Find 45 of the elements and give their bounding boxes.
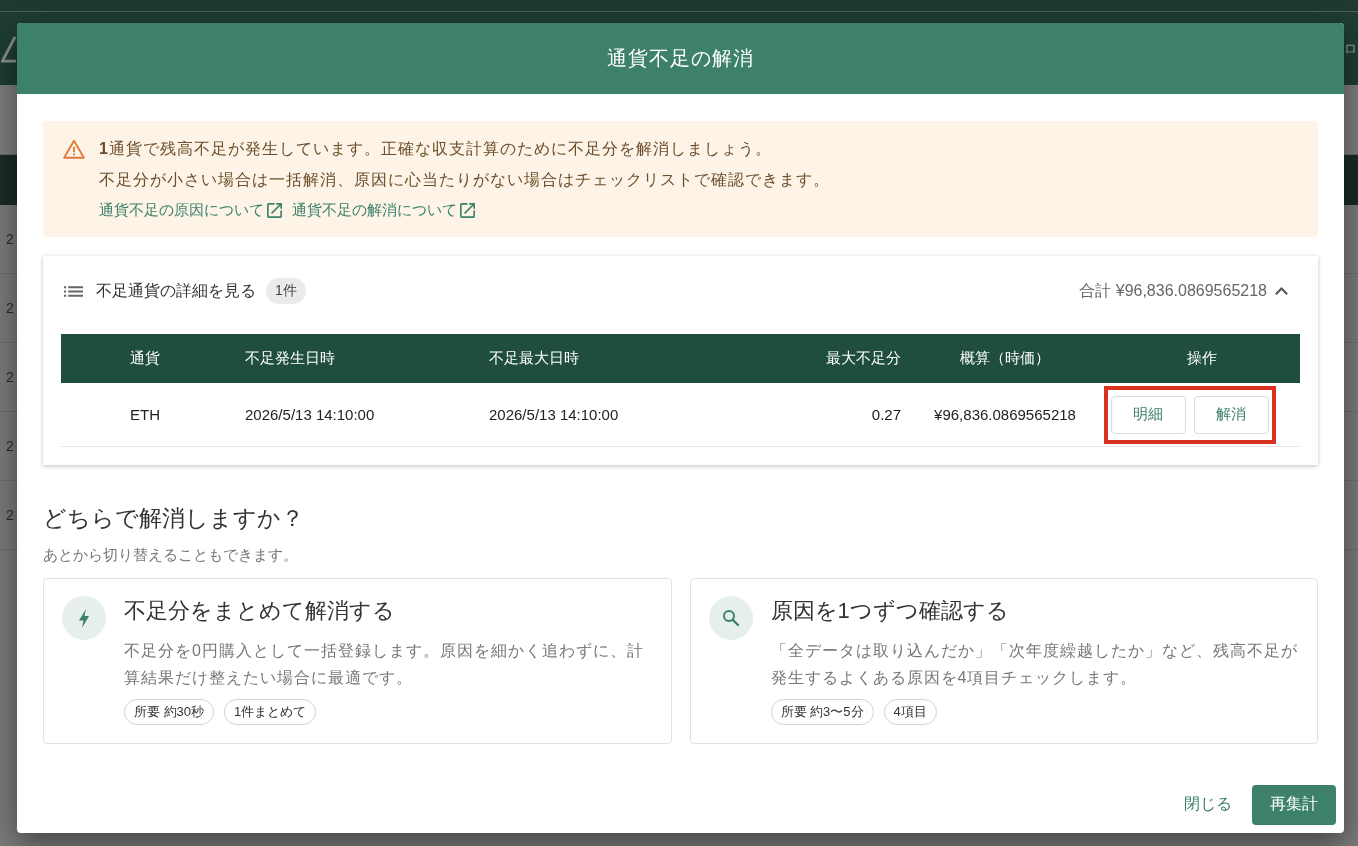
table-cell: 2	[6, 369, 14, 385]
alert-message: 不足分が小さい場合は一括解消、原因に心当たりがない場合はチェックリストで確認できます。	[99, 170, 830, 190]
table-cell: 2	[6, 231, 14, 247]
option-card[interactable]: 原因を1つずつ確認する 「全データは取り込んだか」「次年度繰越したか」など、残高不足が発生するよくある原因を4項目チェックします。 所要 約3〜5分 4項目	[689, 578, 1318, 744]
recalculate-button[interactable]: 再集計	[1252, 784, 1336, 825]
option-title: 不足分をまとめて解消する	[124, 597, 395, 625]
help-link[interactable]: 通貨不足の解消について	[292, 195, 475, 225]
table-cell: 2	[6, 300, 14, 316]
table-cell: 0.27	[871, 406, 901, 423]
option-card[interactable]: 不足分をまとめて解消する 不足分を0円購入として一括登録します。原因を細かく追わずに、計算結果だけ整えたい場合に最適です。 所要 約30秒 1件まとめて	[43, 578, 672, 744]
chevron-up-icon[interactable]	[1275, 287, 1288, 295]
question-hint: あとから切り替えることもできます。	[43, 545, 299, 565]
search-icon	[708, 596, 753, 640]
close-button[interactable]: 閉じる	[1184, 784, 1232, 825]
total-amount: 合計 ¥96,836.0869565218	[1079, 280, 1267, 301]
table-cell: 2	[6, 507, 14, 523]
nav-text[interactable]: ロ	[1344, 39, 1357, 58]
question-heading: どちらで解消しますか？	[43, 505, 305, 532]
alert-message: 1通貨で残高不足が発生しています。正確な収支計算のために不足分を解消しましょう。	[99, 139, 772, 159]
column-header: 最大不足分	[826, 349, 901, 368]
column-header: 操作	[1186, 349, 1217, 368]
table-cell: ETH	[130, 406, 160, 423]
external-link-icon	[267, 202, 282, 218]
dialog-title: 通貨不足の解消	[607, 46, 754, 71]
help-link[interactable]: 通貨不足の原因について	[99, 195, 282, 225]
column-header: 概算（時価）	[960, 349, 1050, 368]
external-link-icon	[460, 202, 475, 218]
table-cell: ¥96,836.0869565218	[934, 406, 1076, 423]
warning-icon	[63, 139, 85, 159]
option-title: 原因を1つずつ確認する	[770, 597, 1009, 625]
column-header: 通貨	[130, 349, 160, 368]
column-header: 不足最大日時	[489, 349, 579, 368]
logo-icon	[1, 34, 16, 63]
table-cell: 2	[6, 438, 14, 454]
lightning-icon	[62, 596, 106, 640]
column-header: 不足発生日時	[245, 349, 335, 368]
row-action-button[interactable]: 明細	[1110, 395, 1186, 434]
count-badge: 1件	[266, 278, 306, 304]
row-action-button[interactable]: 解消	[1193, 395, 1269, 434]
details-toggle-label[interactable]: 不足通貨の詳細を見る	[96, 280, 256, 302]
option-description: 不足分を0円購入として一括登録します。原因を細かく追わずに、計算結果だけ整えたい場合に最適です。	[124, 641, 645, 688]
table-cell: 2026/5/13 14:10:00	[489, 406, 619, 423]
table-cell: 2026/5/13 14:10:00	[245, 406, 375, 423]
option-description: 「全データは取り込んだか」「次年度繰越したか」など、残高不足が発生するよくある原因を4項目チェックします。	[770, 641, 1299, 688]
list-icon	[64, 285, 83, 297]
